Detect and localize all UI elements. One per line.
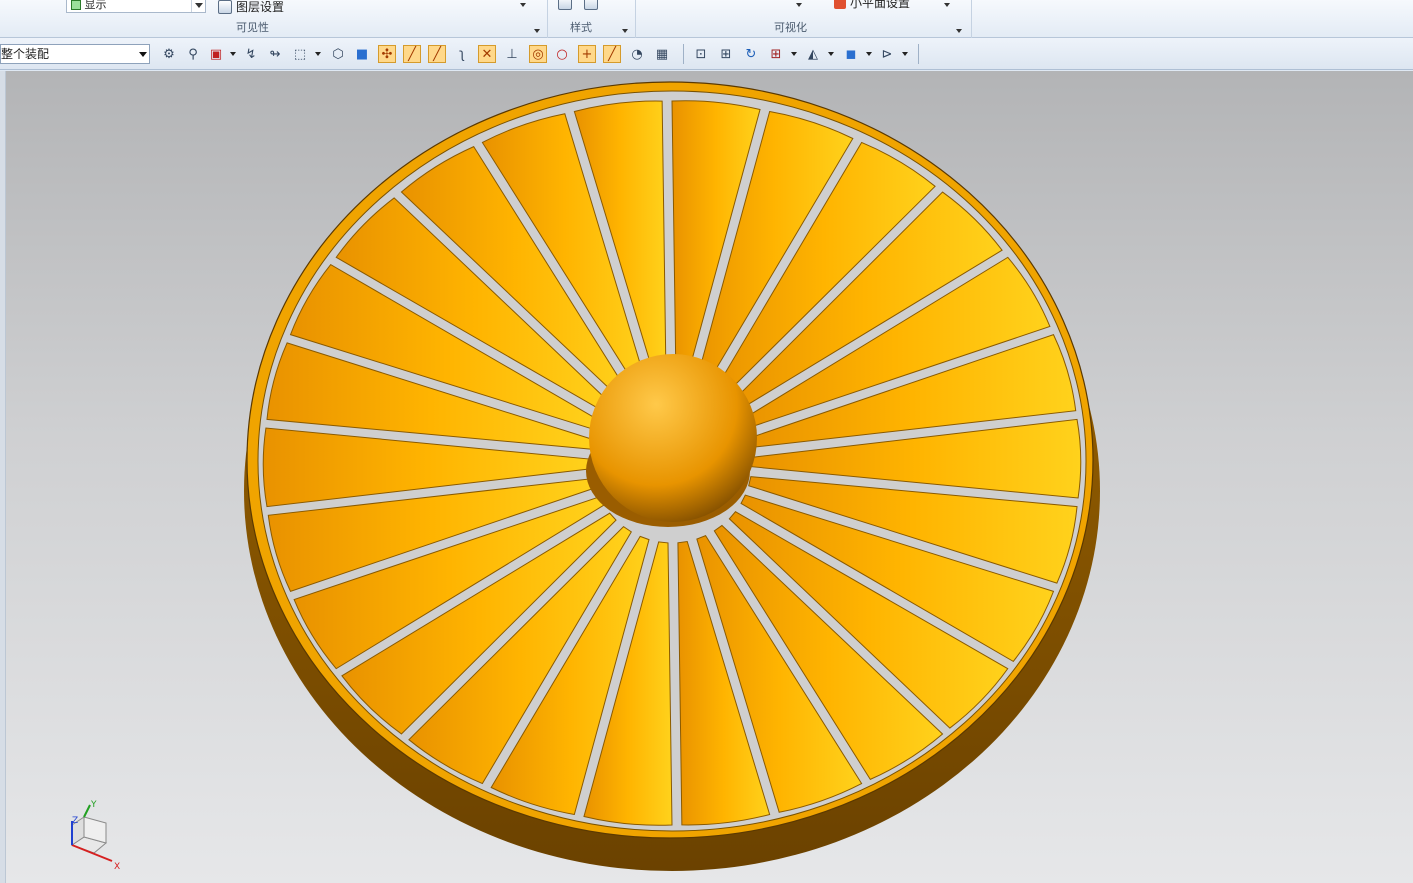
layer-settings-label: 图层设置 <box>236 0 285 14</box>
snap-icon[interactable]: ⚙ <box>160 45 178 63</box>
control-point-icon[interactable]: ╱ <box>428 45 446 63</box>
select-icon[interactable]: ▣ <box>207 45 225 63</box>
impeller-model[interactable] <box>0 71 1413 883</box>
show-combo[interactable]: 显示 <box>66 0 206 13</box>
chevron-down-icon[interactable] <box>191 0 205 12</box>
show-icon <box>71 0 81 10</box>
view-icon[interactable]: ⬡ <box>329 45 347 63</box>
render-icon[interactable]: ◭ <box>804 45 822 63</box>
facet-icon <box>834 0 846 9</box>
visualization-label: 可视化 <box>774 21 807 34</box>
center-point-icon[interactable]: ◎ <box>529 45 547 63</box>
triad-z-label: Z <box>72 816 78 826</box>
selection-toolbar: 整个装配 ⚙ ⚲ ▣ ↯ ↬ ⬚ ⬡ ■ ✣ ╱ ╱ ʅ ✕ ⊥ ◎ ○ + ╱… <box>0 38 1413 70</box>
point-on-face-icon[interactable]: ╱ <box>603 45 621 63</box>
rotate-icon[interactable]: ↻ <box>742 45 760 63</box>
triad-y-axis <box>83 804 91 818</box>
toolbar-separator <box>918 44 919 64</box>
chevron-down-icon[interactable] <box>944 3 950 7</box>
zoom-icon[interactable]: ⊞ <box>717 45 735 63</box>
chevron-down-icon[interactable] <box>796 3 802 7</box>
layer-icon <box>218 0 232 14</box>
point-on-curve-icon[interactable]: ⊥ <box>503 45 521 63</box>
ribbon: 显示 图层设置 可见性 样式 小平面设置 可视化 <box>0 0 1413 38</box>
fit-icon[interactable]: ⊡ <box>692 45 710 63</box>
style-label: 样式 <box>570 21 592 34</box>
chevron-down-icon[interactable] <box>315 52 321 56</box>
visibility-label: 可见性 <box>236 21 269 34</box>
curve-icon[interactable]: ʅ <box>453 45 471 63</box>
chevron-down-icon[interactable] <box>230 52 236 56</box>
toolbar-separator <box>683 44 684 64</box>
chevron-down-icon[interactable] <box>791 52 797 56</box>
mid-point-icon[interactable]: ╱ <box>403 45 421 63</box>
visibility-group: 显示 图层设置 可见性 <box>0 0 548 38</box>
snap-point-icon[interactable]: ⚲ <box>184 45 202 63</box>
assembly-filter-select[interactable]: 整个装配 <box>0 44 150 64</box>
style-shaded-icon[interactable] <box>558 0 572 10</box>
style-group: 样式 <box>548 0 636 38</box>
assembly-filter-label: 整个装配 <box>1 47 50 61</box>
arrow-icon[interactable]: ↯ <box>242 45 260 63</box>
intersection-icon[interactable]: ✕ <box>478 45 496 63</box>
quadrant-icon[interactable]: ○ <box>553 45 571 63</box>
chevron-down-icon[interactable] <box>902 52 908 56</box>
background-settings-label: 小平面设置 <box>850 0 911 10</box>
hub-dome[interactable] <box>589 354 757 522</box>
triad-x-label: X <box>114 862 120 871</box>
face-icon[interactable]: ◔ <box>628 45 646 63</box>
wcs-icon[interactable]: ⊳ <box>878 45 896 63</box>
cube-icon[interactable]: ◼ <box>842 45 860 63</box>
show-combo-label: 显示 <box>84 0 107 11</box>
chevron-down-icon[interactable] <box>866 52 872 56</box>
group-expand-icon[interactable] <box>534 29 540 33</box>
graphics-viewport[interactable]: X Y Z <box>0 71 1413 883</box>
select-rect-icon[interactable]: ⬚ <box>291 45 309 63</box>
chevron-down-icon[interactable] <box>828 52 834 56</box>
grid-icon[interactable]: ▦ <box>653 45 671 63</box>
end-point-icon[interactable]: ✣ <box>378 45 396 63</box>
shaded-icon[interactable]: ■ <box>353 45 371 63</box>
visualization-group: 小平面设置 可视化 <box>636 0 972 38</box>
style-edges-icon[interactable] <box>584 0 598 10</box>
background-settings-button[interactable]: 小平面设置 <box>834 0 910 11</box>
arrow-path-icon[interactable]: ↬ <box>266 45 284 63</box>
existing-point-icon[interactable]: + <box>578 45 596 63</box>
layer-settings-button[interactable]: 图层设置 <box>218 0 284 15</box>
group-expand-icon[interactable] <box>622 29 628 33</box>
chevron-down-icon[interactable] <box>139 52 147 57</box>
chevron-down-icon[interactable] <box>520 3 526 7</box>
layout-icon[interactable]: ⊞ <box>767 45 785 63</box>
group-expand-icon[interactable] <box>956 29 962 33</box>
triad-y-label: Y <box>90 800 97 810</box>
orientation-triad: X Y Z <box>70 800 120 871</box>
